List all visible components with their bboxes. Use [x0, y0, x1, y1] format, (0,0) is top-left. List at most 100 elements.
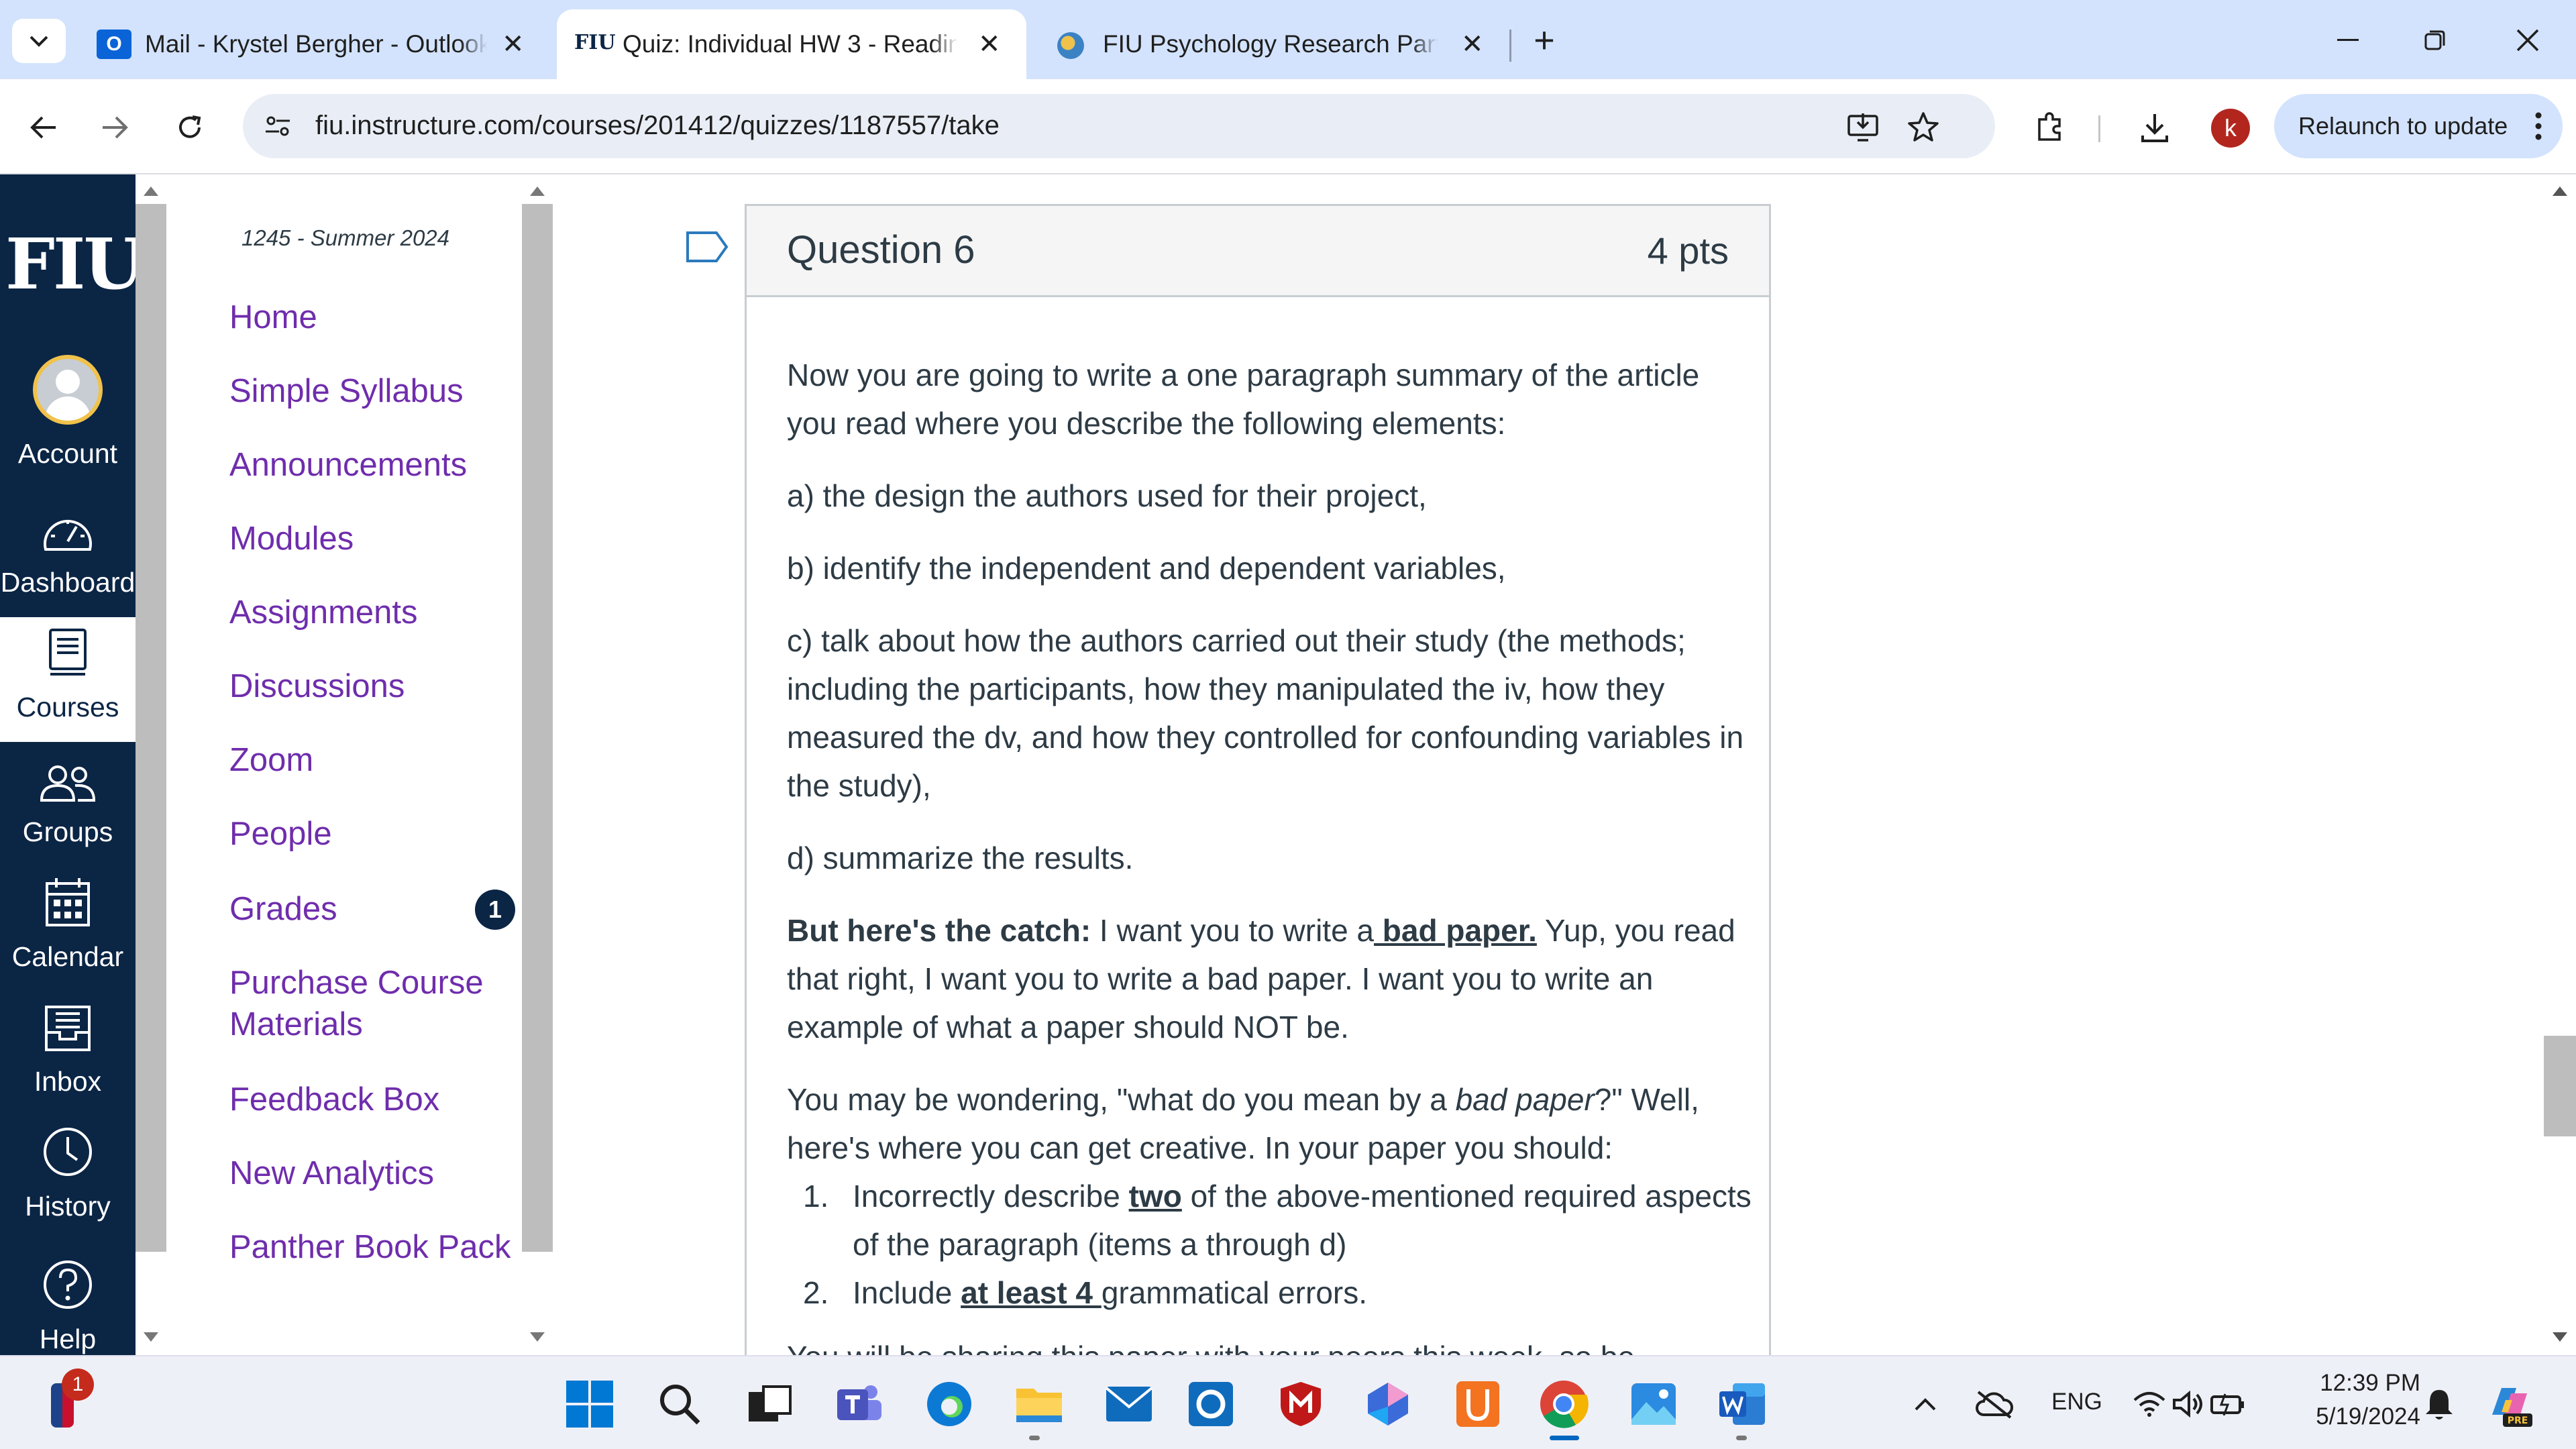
course-nav-purchase-course-materials[interactable]: Purchase Course Materials: [229, 962, 484, 1045]
nav-history[interactable]: History: [0, 1116, 136, 1241]
nav-courses[interactable]: Courses: [0, 617, 136, 742]
course-nav-grades[interactable]: Grades: [229, 888, 337, 930]
scroll-up-arrow[interactable]: [2553, 186, 2567, 196]
course-nav-simple-syllabus[interactable]: Simple Syllabus: [229, 370, 464, 412]
install-app-icon[interactable]: [1846, 110, 1880, 144]
inbox-icon: [45, 1006, 91, 1051]
scroll-down-arrow[interactable]: [530, 1332, 545, 1342]
forward-icon[interactable]: [91, 106, 138, 149]
battery-icon[interactable]: [2207, 1375, 2247, 1433]
fiu-logo[interactable]: FIU: [5, 223, 144, 305]
scroll-down-arrow[interactable]: [144, 1332, 158, 1342]
site-info-icon[interactable]: [263, 111, 292, 141]
office-icon[interactable]: [1449, 1375, 1507, 1433]
course-nav-people[interactable]: People: [229, 813, 332, 855]
nav-groups[interactable]: Groups: [0, 742, 136, 867]
question-text: Now you are going to write a one paragra…: [787, 351, 1753, 1355]
file-explorer-icon[interactable]: [1010, 1375, 1068, 1433]
course-nav-assignments[interactable]: Assignments: [229, 592, 418, 633]
global-nav-scrollbar[interactable]: [136, 174, 166, 1355]
course-nav-zoom[interactable]: Zoom: [229, 739, 313, 781]
scrollbar-thumb[interactable]: [136, 204, 166, 1252]
wifi-icon[interactable]: [2129, 1375, 2169, 1433]
question-wonder-paragraph: You may be wondering, "what do you mean …: [787, 1075, 1753, 1172]
volume-icon[interactable]: [2168, 1375, 2208, 1433]
relaunch-button[interactable]: Relaunch to update: [2274, 94, 2563, 158]
catch-bold-text: But here's the catch:: [787, 913, 1091, 948]
clock[interactable]: 12:39 PM 5/19/2024: [2286, 1370, 2420, 1430]
start-icon[interactable]: [561, 1375, 619, 1433]
nav-calendar[interactable]: Calendar: [0, 867, 136, 991]
question-item-a: a) the design the authors used for their…: [787, 478, 1427, 513]
cloud-offline-icon[interactable]: [1970, 1375, 2019, 1433]
course-nav-new-analytics[interactable]: New Analytics: [229, 1152, 434, 1194]
mcafee-icon[interactable]: [1272, 1375, 1330, 1433]
course-nav-announcements[interactable]: Announcements: [229, 444, 467, 486]
notification-bell-icon[interactable]: [2415, 1375, 2463, 1433]
bad-paper-emphasis: bad paper.: [1374, 913, 1537, 948]
list-number: 2.: [803, 1275, 829, 1310]
course-nav-purchase-line2: Materials: [229, 1006, 363, 1042]
new-tab-icon[interactable]: +: [1524, 20, 1564, 60]
tab-quiz[interactable]: FIU Quiz: Individual HW 3 - Reading ✕: [557, 9, 1026, 79]
tab-outlook[interactable]: O Mail - Krystel Bergher - Outlook ✕: [87, 9, 543, 79]
nav-dashboard[interactable]: Dashboard: [0, 492, 136, 617]
word-icon[interactable]: [1713, 1375, 1771, 1433]
question-title: Question 6: [787, 228, 975, 272]
close-tab-icon[interactable]: ✕: [502, 29, 525, 60]
scrollbar-thumb[interactable]: [522, 204, 553, 1252]
extensions-icon[interactable]: [2031, 109, 2069, 146]
term-label: 1245 - Summer 2024: [241, 225, 450, 250]
mail-icon[interactable]: [1100, 1375, 1158, 1433]
profile-avatar[interactable]: k: [2211, 109, 2250, 148]
help-icon: [44, 1260, 92, 1309]
url-text: fiu.instructure.com/courses/201412/quizz…: [315, 111, 1000, 140]
close-window-icon[interactable]: [2501, 20, 2555, 60]
course-nav-home[interactable]: Home: [229, 297, 317, 338]
course-nav-discussions[interactable]: Discussions: [229, 665, 405, 707]
nav-inbox[interactable]: Inbox: [0, 991, 136, 1116]
course-nav-panther-book-pack[interactable]: Panther Book Pack: [229, 1226, 511, 1268]
teams-icon[interactable]: [830, 1375, 888, 1433]
task-view-icon[interactable]: [741, 1375, 798, 1433]
nav-label: Account: [17, 438, 118, 469]
close-tab-icon[interactable]: ✕: [978, 29, 1001, 60]
search-icon[interactable]: [651, 1375, 708, 1433]
course-nav-feedback-box[interactable]: Feedback Box: [229, 1079, 439, 1120]
nav-help[interactable]: Help: [0, 1230, 136, 1355]
nav-account[interactable]: Account: [0, 354, 136, 488]
chrome-icon[interactable]: [1535, 1375, 1593, 1433]
copilot-preview-icon[interactable]: PRE: [2479, 1375, 2540, 1433]
tab-sona[interactable]: FIU Psychology Research Partici ✕: [1040, 9, 1496, 79]
page-scrollbar[interactable]: [2544, 174, 2576, 1355]
scroll-up-arrow[interactable]: [530, 186, 545, 196]
copilot-icon[interactable]: [1359, 1375, 1417, 1433]
address-bar[interactable]: fiu.instructure.com/courses/201412/quizz…: [243, 94, 1995, 158]
cortana-icon[interactable]: [1182, 1375, 1240, 1433]
restore-icon[interactable]: [2408, 20, 2462, 60]
back-icon[interactable]: [20, 106, 67, 149]
list-number: 1.: [803, 1179, 829, 1214]
photos-icon[interactable]: [1625, 1375, 1682, 1433]
bookmark-star-icon[interactable]: [1905, 109, 1941, 145]
edge-icon[interactable]: [920, 1375, 978, 1433]
history-icon: [44, 1128, 92, 1176]
reload-icon[interactable]: [166, 106, 213, 149]
close-tab-icon[interactable]: ✕: [1461, 29, 1484, 60]
course-nav-scrollbar[interactable]: [522, 174, 553, 1355]
more-menu-icon[interactable]: [2534, 111, 2542, 141]
scroll-up-arrow[interactable]: [144, 186, 158, 196]
scrollbar-thumb[interactable]: [2544, 1036, 2576, 1136]
scroll-down-arrow[interactable]: [2553, 1332, 2567, 1342]
course-nav-modules[interactable]: Modules: [229, 518, 354, 559]
question-card: Question 6 4 pts Now you are going to wr…: [745, 204, 1771, 1355]
profile-initial: k: [2224, 114, 2237, 142]
minimize-icon[interactable]: [2321, 20, 2375, 60]
courses-icon: [49, 629, 87, 676]
show-hidden-icons-chevron[interactable]: [1905, 1375, 1945, 1433]
language-indicator[interactable]: ENG: [2051, 1389, 2102, 1415]
flag-question-icon[interactable]: [686, 231, 729, 263]
downloads-icon[interactable]: [2136, 109, 2174, 146]
nav-label: Inbox: [34, 1066, 102, 1097]
tab-search-chevron-icon[interactable]: [12, 19, 66, 63]
